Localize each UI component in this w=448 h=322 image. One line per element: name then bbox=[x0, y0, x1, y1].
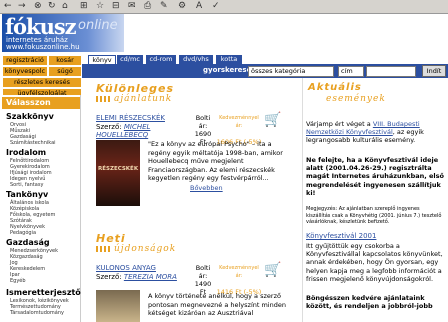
price-label: Bolti ár: bbox=[195, 114, 211, 130]
logo-suffix: online bbox=[78, 18, 118, 33]
book-description: "Ez a könyv az európai Psycho" – ita a r… bbox=[148, 140, 283, 182]
news-title: Aktuális bbox=[308, 82, 362, 93]
news-column bbox=[302, 78, 448, 322]
site-logo[interactable]: fókusz online internetes áruház www.foku… bbox=[2, 14, 124, 52]
category-tankonyv[interactable]: Tankönyv bbox=[6, 190, 48, 199]
search-icon[interactable]: ⊞ bbox=[80, 1, 88, 12]
browser-toolbar: ← → ⊗ ↻ ⌂ ⊞ ☆ ⊟ ✉ ⎙ ✎ ⚙ A ✓ bbox=[0, 0, 448, 14]
book-description: A könyv története anélkül, hogy a szerző… bbox=[148, 292, 286, 317]
weekly-new-subtitle: újdonságok bbox=[114, 244, 177, 254]
news-paragraph-3: Itt gyűjtöttük egy csokorba a Könyvfeszt… bbox=[306, 242, 443, 283]
discount-label: Kedvezménnyel ár: bbox=[219, 265, 259, 279]
search-input[interactable] bbox=[366, 66, 416, 77]
book-cover-image[interactable] bbox=[96, 290, 140, 322]
book-author: Szerző: TEREZIA MORA bbox=[96, 273, 186, 281]
price-value: 1690 bbox=[194, 130, 212, 138]
author-label: Szerző: bbox=[96, 273, 122, 281]
sidebar-title: Válasszon bbox=[2, 97, 80, 109]
cart-button[interactable]: kosár bbox=[48, 55, 82, 66]
author-link[interactable]: TEREZIA MORA bbox=[124, 273, 177, 281]
special-offer-subtitle: ajánlatunk bbox=[114, 94, 173, 104]
section-divider bbox=[96, 246, 112, 252]
cart-icon[interactable]: 🛒 bbox=[264, 112, 281, 128]
quick-search-bar: gyorskeresés összes kategória cím Indít bbox=[82, 64, 448, 78]
subcategory[interactable]: Társadalomtudomány bbox=[10, 310, 64, 316]
category-select[interactable]: összes kategória bbox=[248, 66, 334, 77]
help-button[interactable]: súgó bbox=[48, 66, 82, 77]
news-highlight: Ne felejte, ha a Könyvfesztivál ideje al… bbox=[306, 156, 444, 197]
news-paragraph-1: Várjamp ért véget a VIII. Budapesti Nemz… bbox=[306, 120, 444, 145]
history-icon[interactable]: ⊟ bbox=[112, 1, 120, 12]
tab-dvd-vhs[interactable]: dvd/vhs bbox=[179, 55, 213, 64]
cart-icon[interactable]: 🛒 bbox=[264, 262, 281, 278]
print-icon[interactable]: ⎙ bbox=[144, 1, 151, 12]
field-select[interactable]: cím bbox=[338, 66, 364, 77]
forward-icon[interactable]: → bbox=[18, 1, 26, 12]
category-irodalom[interactable]: Irodalom bbox=[6, 148, 46, 157]
section-divider bbox=[96, 96, 112, 102]
mail-icon[interactable]: ✉ bbox=[128, 1, 136, 12]
discuss-icon[interactable]: ⚙ bbox=[178, 1, 186, 12]
tab-cd-rom[interactable]: cd-rom bbox=[146, 55, 176, 64]
refresh-icon[interactable]: ↻ bbox=[48, 1, 56, 12]
news-note: Megjegyzés: Az ajánlatban szereplő ingye… bbox=[306, 206, 442, 225]
register-button[interactable]: regisztráció bbox=[2, 55, 48, 66]
stop-icon[interactable]: ⊗ bbox=[34, 1, 42, 12]
category-gazdasag[interactable]: Gazdaság bbox=[6, 238, 50, 247]
book-title-link[interactable]: KULONOS ANYAG bbox=[96, 264, 156, 272]
price-value: 1490 bbox=[194, 280, 212, 288]
home-icon[interactable]: ⌂ bbox=[62, 1, 68, 12]
subcategory[interactable]: Számítástechnikai bbox=[10, 140, 56, 146]
logo-url: www.fokuszonline.hu bbox=[6, 43, 80, 51]
book-author: Szerző: MICHEL HOUELLEBECQ bbox=[96, 123, 180, 139]
news-paragraph-2: Ne felejte, ha a Könyvfesztivál ideje al… bbox=[306, 156, 444, 197]
category-ismeretterjeszto[interactable]: Ismeretterjesztő bbox=[6, 288, 81, 297]
back-icon[interactable]: ← bbox=[4, 1, 12, 12]
bookshelf-button[interactable]: könyvespolc bbox=[2, 66, 48, 77]
news-paragraph-4: Böngésszen kedvére ajánlataink között, é… bbox=[306, 294, 433, 311]
book-title-link[interactable]: ELEMI RÉSZECSKÉK bbox=[96, 114, 165, 122]
messenger-icon[interactable]: A bbox=[196, 1, 202, 12]
subcategory[interactable]: Pedagógia bbox=[10, 230, 36, 236]
discount-label: Kedvezménnyel ár: bbox=[219, 115, 259, 129]
news-subtitle: események bbox=[326, 94, 386, 104]
favorites-icon[interactable]: ☆ bbox=[96, 1, 104, 12]
more-link[interactable]: Bővebben bbox=[190, 184, 223, 192]
search-go-button[interactable]: Indít bbox=[422, 65, 446, 77]
author-label: Szerző: bbox=[96, 123, 122, 131]
tab-cd-mc[interactable]: cd/mc bbox=[117, 55, 143, 64]
subcategory[interactable]: Sorti, fantasy bbox=[10, 182, 43, 188]
advanced-search-button[interactable]: részletes keresés bbox=[2, 77, 82, 88]
tab-kotta[interactable]: kotta bbox=[216, 55, 242, 64]
book-cover-image[interactable]: RÉSZECSKÉK bbox=[96, 140, 140, 206]
edit-icon[interactable]: ✎ bbox=[160, 1, 168, 12]
subcategory[interactable]: Egyéb bbox=[10, 278, 26, 284]
cover-title: RÉSZECSKÉK bbox=[98, 166, 139, 172]
news-text: Várjamp ért véget a bbox=[306, 120, 373, 128]
price-label: Bolti ár: bbox=[195, 264, 211, 280]
category-szakkonyv[interactable]: Szakkönyv bbox=[6, 112, 54, 121]
tools-icon[interactable]: ✓ bbox=[212, 1, 220, 12]
festival-2001-link[interactable]: Könyvfesztivál 2001 bbox=[306, 232, 376, 240]
